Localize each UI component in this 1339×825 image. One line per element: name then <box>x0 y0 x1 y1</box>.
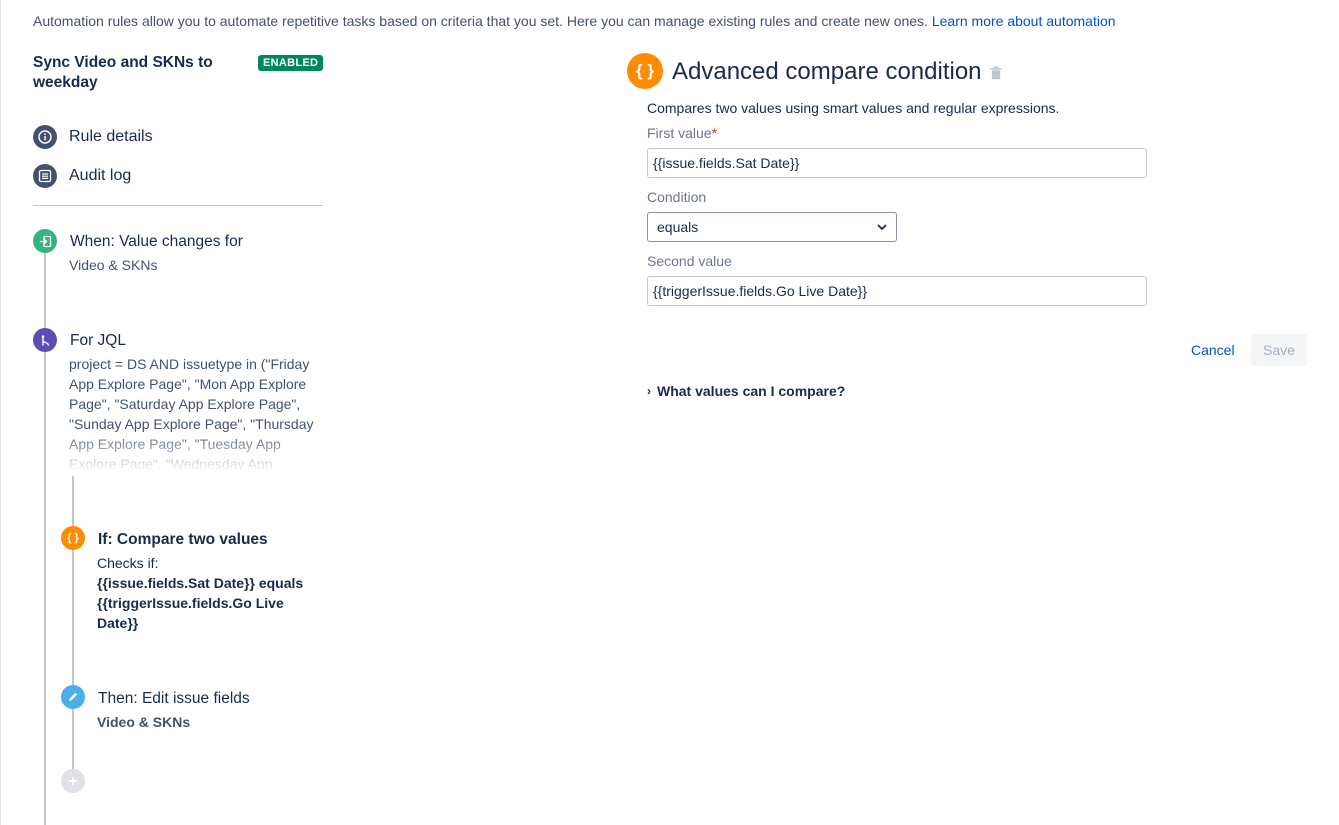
info-icon <box>33 125 57 149</box>
add-component-button[interactable] <box>61 769 85 793</box>
pencil-icon[interactable] <box>61 685 85 709</box>
chevron-down-icon <box>877 223 887 230</box>
intro-description: Automation rules allow you to automate r… <box>33 13 928 29</box>
trigger-step-subtitle: Video & SKNs <box>69 257 158 273</box>
nav-divider <box>33 205 323 206</box>
condition-expr-line3: Date}} <box>97 615 139 631</box>
save-button[interactable]: Save <box>1251 334 1307 366</box>
panel-title: Advanced compare condition <box>672 58 982 85</box>
braces-icon-glyph: { } <box>67 532 79 544</box>
advanced-compare-icon: { } <box>627 53 663 89</box>
condition-select[interactable]: equals <box>647 212 897 242</box>
second-value-label: Second value <box>647 253 732 269</box>
flow-connector-branch <box>72 476 74 774</box>
condition-checks-label: Checks if: <box>97 555 159 571</box>
nav-rule-details[interactable]: Rule details <box>33 125 153 149</box>
list-icon <box>33 164 57 188</box>
action-step-title[interactable]: Then: Edit issue fields <box>98 690 250 708</box>
condition-expr-line2: {{triggerIssue.fields.Go Live <box>97 595 284 611</box>
trigger-icon[interactable] <box>33 229 57 253</box>
trigger-step-title[interactable]: When: Value changes for <box>70 233 243 251</box>
condition-expr-line1: {{issue.fields.Sat Date}} equals <box>97 575 304 591</box>
first-value-label-text: First value <box>647 125 712 141</box>
nav-audit-log[interactable]: Audit log <box>33 164 131 188</box>
intro-text: Automation rules allow you to automate r… <box>33 13 1116 29</box>
plus-icon <box>69 777 77 785</box>
jql-fade-overlay <box>60 430 325 472</box>
rule-title: Sync Video and SKNs to weekday <box>33 54 213 91</box>
first-value-label: First value* <box>647 125 717 141</box>
first-value-input[interactable] <box>647 148 1147 178</box>
status-badge: ENABLED <box>258 55 324 71</box>
cancel-button[interactable]: Cancel <box>1181 334 1245 366</box>
action-step-subtitle: Video & SKNs <box>97 714 191 730</box>
second-value-input[interactable] <box>647 276 1147 306</box>
page-left-border <box>0 0 3 825</box>
condition-step-title[interactable]: If: Compare two values <box>98 531 268 549</box>
panel-icon-glyph: { } <box>636 61 654 80</box>
nav-audit-log-label: Audit log <box>69 167 132 184</box>
trash-icon[interactable] <box>990 66 1002 85</box>
condition-label: Condition <box>647 189 707 205</box>
nav-rule-details-label: Rule details <box>69 128 153 145</box>
branch-icon[interactable] <box>33 328 57 352</box>
learn-more-link[interactable]: Learn more about automation <box>932 13 1116 29</box>
condition-selected-value: equals <box>657 219 699 235</box>
branch-step-title[interactable]: For JQL <box>70 332 126 350</box>
braces-icon[interactable]: { } <box>61 526 85 550</box>
required-asterisk: * <box>711 125 718 141</box>
chevron-right-icon: › <box>647 384 651 398</box>
values-help-label: What values can I compare? <box>657 383 846 399</box>
values-help-expander[interactable]: › What values can I compare? <box>647 383 845 399</box>
panel-description: Compares two values using smart values a… <box>647 100 1060 116</box>
